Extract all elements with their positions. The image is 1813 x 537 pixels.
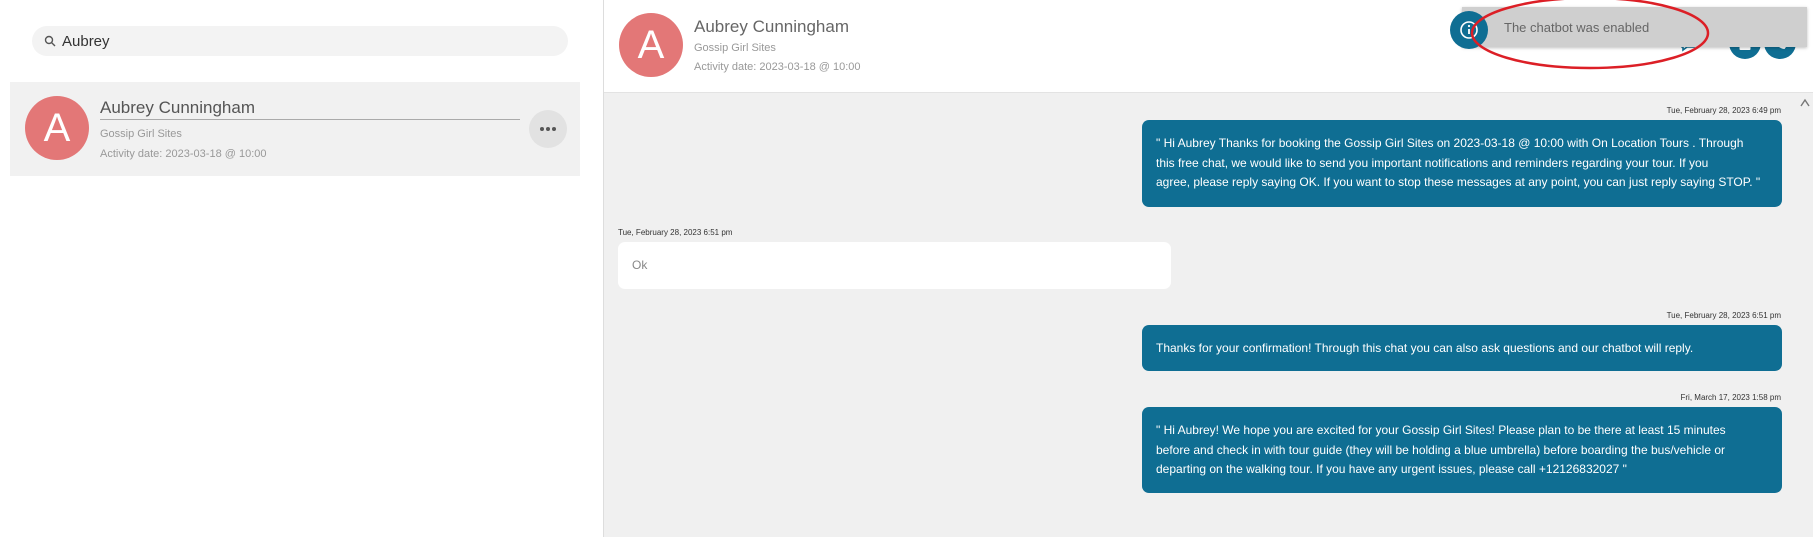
- contact-list-panel: A Aubrey Cunningham Gossip Girl Sites Ac…: [0, 0, 602, 537]
- chat-activity-date: Activity date: 2023-03-18 @ 10:00: [694, 61, 861, 73]
- message-line: Ok: [632, 258, 648, 272]
- message-line: agree, please reply saying OK. If you wa…: [1156, 175, 1761, 189]
- chat-contact-tour: Gossip Girl Sites: [694, 42, 776, 54]
- message-bubble-outgoing: Thanks for your confirmation! Through th…: [1142, 325, 1782, 371]
- message-bubble-outgoing: " Hi Aubrey! We hope you are excited for…: [1142, 407, 1782, 493]
- chat-header: A Aubrey Cunningham Gossip Girl Sites Ac…: [604, 0, 1813, 93]
- message-bubble-incoming: Ok: [618, 242, 1171, 289]
- contact-name: Aubrey Cunningham: [100, 98, 520, 120]
- more-options-button[interactable]: [529, 110, 567, 148]
- avatar: A: [25, 96, 89, 160]
- scroll-up-arrow[interactable]: [1800, 98, 1810, 108]
- chat-contact-name: Aubrey Cunningham: [694, 17, 849, 36]
- message-timestamp: Tue, February 28, 2023 6:51 pm: [618, 228, 733, 237]
- contact-tour: Gossip Girl Sites: [100, 128, 182, 140]
- message-line: before and check in with tour guide (the…: [1156, 442, 1726, 457]
- message-timestamp: Tue, February 28, 2023 6:51 pm: [1666, 311, 1781, 320]
- search-icon: [44, 35, 56, 47]
- message-line: " Hi Aubrey! We hope you are excited for…: [1156, 423, 1726, 437]
- message-bubble-outgoing: " Hi Aubrey Thanks for booking the Gossi…: [1142, 120, 1782, 207]
- message-line: departing on the walking tour. If you ha…: [1156, 462, 1627, 476]
- message-line: this free chat, we would like to send yo…: [1156, 155, 1709, 170]
- more-icon: [540, 127, 556, 131]
- contact-list-item[interactable]: A Aubrey Cunningham Gossip Girl Sites Ac…: [10, 82, 580, 176]
- message-line: " Hi Aubrey Thanks for booking the Gossi…: [1156, 136, 1744, 150]
- chat-panel: A Aubrey Cunningham Gossip Girl Sites Ac…: [603, 0, 1813, 537]
- avatar: A: [619, 13, 683, 77]
- highlight-annotation: [1470, 0, 1710, 70]
- search-bar[interactable]: [32, 26, 568, 56]
- message-timestamp: Fri, March 17, 2023 1:58 pm: [1680, 393, 1782, 402]
- message-line: Thanks for your confirmation! Through th…: [1156, 341, 1694, 355]
- search-input[interactable]: [62, 32, 542, 50]
- contact-activity-date: Activity date: 2023-03-18 @ 10:00: [100, 148, 267, 160]
- message-timestamp: Tue, February 28, 2023 6:49 pm: [1666, 106, 1781, 115]
